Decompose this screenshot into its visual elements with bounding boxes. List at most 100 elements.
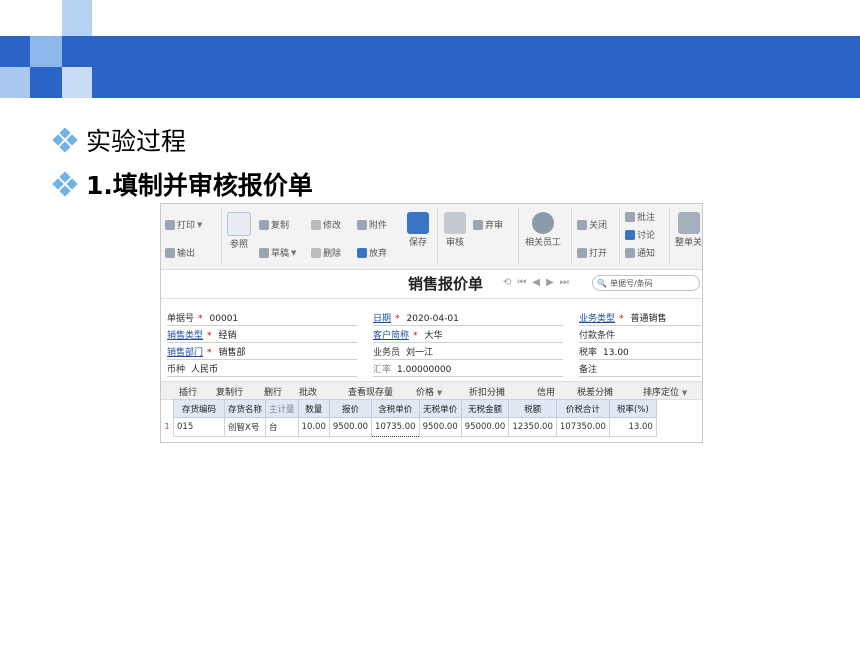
abandon-label: 放弃	[369, 249, 388, 259]
header-square	[30, 36, 62, 67]
batch-edit-button[interactable]: 批改	[299, 385, 317, 398]
attachment-label: 附件	[369, 221, 388, 231]
related-staff-button[interactable]: 相关员工	[525, 212, 561, 248]
annotate-button[interactable]: 批注	[625, 210, 655, 223]
sale-type-label: 销售类型	[167, 331, 204, 341]
chevron-down-icon: ▼	[197, 220, 203, 229]
price-button[interactable]: 价格 ▼	[416, 385, 442, 398]
col-header[interactable]: 报价	[328, 399, 373, 418]
table-cell[interactable]: 9500.00	[328, 417, 373, 437]
dept-field[interactable]: 销售部门 * 销售部	[167, 345, 357, 360]
modify-button[interactable]: 修改	[311, 218, 341, 231]
insert-row-button[interactable]: 插行	[179, 385, 197, 398]
sale-type-field[interactable]: 销售类型 * 经销	[167, 328, 357, 343]
table-cell[interactable]: 13.00	[608, 417, 657, 437]
abandon-button[interactable]: 放弃	[357, 246, 387, 259]
doc-no-label: 单据号	[167, 314, 195, 324]
col-header[interactable]: 价税合计	[555, 399, 610, 418]
delete-row-button[interactable]: 删行	[264, 385, 282, 398]
table-cell[interactable]: 12350.00	[508, 417, 557, 437]
table-cell[interactable]: 台	[265, 417, 299, 437]
dept-label: 销售部门	[167, 348, 204, 358]
price-label: 价格	[416, 388, 435, 398]
audit-label: 审核	[445, 238, 464, 248]
page-title: 销售报价单	[408, 275, 484, 293]
currency-field[interactable]: 币种 人民币	[167, 362, 357, 377]
biz-type-field[interactable]: 业务类型 * 普通销售	[579, 311, 701, 326]
table-cell[interactable]: 107350.00	[555, 417, 610, 437]
whole-order-button[interactable]: 整单关	[675, 212, 702, 248]
print-button[interactable]: 打印 ▼	[165, 218, 202, 231]
notify-button[interactable]: 通知	[625, 246, 655, 259]
payment-field[interactable]: 付款条件	[579, 328, 701, 343]
discuss-button[interactable]: 讨论	[625, 228, 655, 241]
col-header[interactable]: 主计量	[265, 399, 299, 418]
audit-button[interactable]: 审核	[444, 212, 466, 248]
save-button[interactable]: 保存	[407, 212, 429, 248]
reference-button[interactable]: 参照	[227, 212, 251, 250]
table-cell[interactable]: 10735.00	[371, 417, 420, 437]
search-input[interactable]: 🔍 单据号/条码	[592, 275, 700, 291]
table-header-row: 存货编码 存货名称 主计量 数量 报价 含税单价 无税单价 无税金额 税额 价税…	[173, 399, 657, 418]
remark-field[interactable]: 备注	[579, 362, 701, 377]
bullet-text: 1.填制并审核报价单	[86, 171, 313, 200]
chevron-down-icon: ▼	[291, 248, 297, 257]
col-header[interactable]: 存货名称	[223, 399, 267, 418]
col-header[interactable]: 无税金额	[460, 399, 510, 418]
pencil-icon	[311, 219, 321, 230]
tax-rate-field[interactable]: 税率 13.00	[579, 345, 701, 360]
tax-diff-button[interactable]: 税差分摊	[577, 385, 613, 398]
new-doc-icon	[227, 212, 251, 236]
customer-value: 大华	[424, 331, 443, 341]
search-placeholder: 单据号/条码	[609, 278, 653, 288]
salesman-value: 刘一江	[406, 348, 434, 358]
erp-screenshot: 打印 ▼ 输出 参照 复制 草稿 ▼ 修改 删除 附件 放弃 保存 审核 弃审 相关…	[160, 203, 703, 443]
table-cell[interactable]: 10.00	[297, 417, 330, 437]
table-row[interactable]: 015 创智X号 台 10.00 9500.00 10735.00 9500.0…	[173, 417, 657, 437]
close-doc-button[interactable]: 关闭	[577, 218, 607, 231]
salesman-field[interactable]: 业务员 刘一江	[373, 345, 563, 360]
view-stock-button[interactable]: 查看现存量	[348, 385, 393, 398]
exchange-field[interactable]: 汇率 1.00000000	[373, 362, 563, 377]
table-cell[interactable]: 9500.00	[418, 417, 462, 437]
attachment-button[interactable]: 附件	[357, 218, 387, 231]
table-cell[interactable]: 95000.00	[460, 417, 510, 437]
sort-locate-button[interactable]: 排序定位 ▼	[643, 385, 687, 398]
col-header[interactable]: 数量	[297, 399, 330, 418]
col-header[interactable]: 税率(%)	[608, 399, 657, 418]
slide-bullets: 实验过程 1.填制并审核报价单	[52, 118, 313, 206]
divider	[619, 208, 620, 264]
tax-rate-value: 13.00	[603, 348, 629, 358]
delete-button[interactable]: 删除	[311, 246, 341, 259]
record-navigation[interactable]: ⟲⏮◀▶⏭	[503, 277, 575, 288]
table-cell[interactable]: 015	[173, 417, 225, 437]
date-field[interactable]: 日期 * 2020-04-01	[373, 311, 563, 326]
doc-no-field[interactable]: 单据号 * 00001	[167, 311, 357, 326]
notify-label: 通知	[637, 249, 656, 259]
copy-row-button[interactable]: 复制行	[216, 385, 243, 398]
date-label: 日期	[373, 314, 392, 324]
header-square	[62, 0, 92, 36]
doc-titlebar: 销售报价单 ⟲⏮◀▶⏭ 🔍 单据号/条码	[161, 270, 702, 298]
col-header[interactable]: 存货编码	[173, 399, 225, 418]
doc-no-value: 00001	[209, 314, 239, 324]
discard-audit-button[interactable]: 弃审	[473, 218, 503, 231]
date-value: 2020-04-01	[406, 314, 459, 324]
draft-button[interactable]: 草稿 ▼	[259, 246, 296, 259]
discount-allocate-button[interactable]: 折扣分摊	[469, 385, 505, 398]
export-button[interactable]: 输出	[165, 246, 195, 259]
col-header[interactable]: 税额	[508, 399, 557, 418]
col-header[interactable]: 含税单价	[371, 399, 420, 418]
row-number: 1	[164, 422, 170, 431]
customer-field[interactable]: 客户简称 * 大华	[373, 328, 563, 343]
credit-button[interactable]: 信用	[537, 385, 555, 398]
diamond-bullet-icon	[52, 171, 78, 197]
col-header[interactable]: 无税单价	[418, 399, 462, 418]
copy-button[interactable]: 复制	[259, 218, 289, 231]
table-cell[interactable]: 创智X号	[223, 417, 267, 437]
chevron-down-icon: ▼	[681, 389, 688, 397]
save-label: 保存	[408, 238, 427, 248]
open-doc-button[interactable]: 打开	[577, 246, 607, 259]
draft-label: 草稿	[271, 249, 290, 259]
header-square	[0, 0, 30, 36]
